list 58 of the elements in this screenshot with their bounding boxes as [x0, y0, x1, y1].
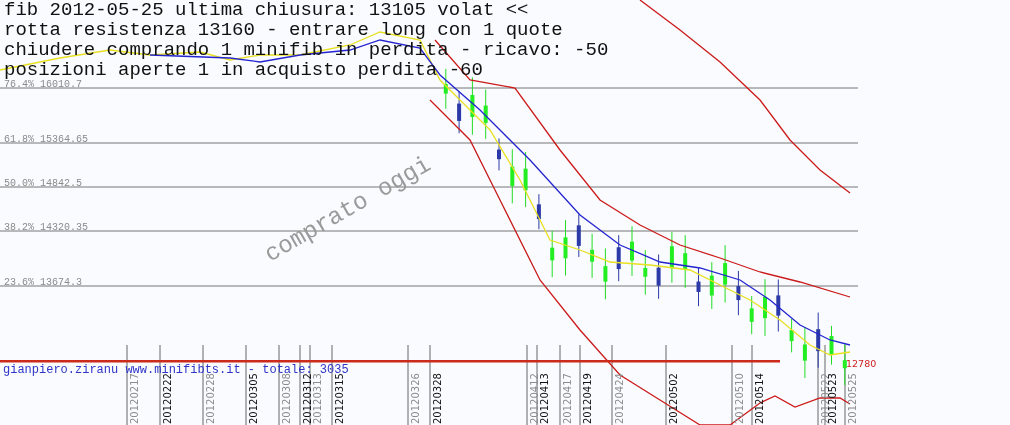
date-label: 20120514 [754, 373, 765, 424]
status-line: rotta resistenza 13160 - entrare long con 1 quote [4, 19, 563, 41]
fib-level-label: 61.8% 15364.65 [4, 133, 88, 145]
candlestick [669, 231, 674, 284]
candlestick [656, 254, 661, 300]
candlestick [643, 249, 648, 296]
date-label: 20120326 [410, 373, 421, 424]
date-label: 20120510 [734, 373, 745, 424]
candlestick [497, 137, 501, 171]
candlestick [550, 230, 555, 278]
candlestick [776, 278, 781, 333]
date-label: 20120412 [529, 373, 540, 424]
candlestick [536, 193, 541, 230]
candlestick [630, 225, 634, 277]
date-label: 20120308 [281, 373, 292, 424]
date-label: 20120312 [302, 373, 313, 424]
date-label: 20120413 [539, 373, 550, 424]
candlestick [736, 270, 741, 316]
fib-level-label: 23.6% 13674.3 [4, 276, 82, 288]
date-label: 20120523 [827, 373, 838, 424]
fib-level-label: 50.0% 14842.5 [4, 177, 82, 189]
candlestick [723, 244, 728, 303]
candlestick [483, 89, 488, 140]
date-label: 20120502 [668, 373, 679, 424]
candlestick [749, 295, 754, 335]
fib-level-label: 38.2% 14320.35 [4, 221, 88, 233]
date-label: 20120525 [847, 373, 858, 424]
date-label: 20120228 [205, 373, 216, 424]
candlestick [510, 148, 515, 204]
candlestick [616, 234, 621, 282]
date-label: 20120419 [582, 373, 593, 424]
date-label: 20120313 [312, 373, 323, 424]
date-label: 20120417 [562, 373, 573, 424]
candlestick [816, 312, 821, 369]
candlestick [802, 326, 807, 379]
candlestick [457, 90, 462, 134]
price-label: 12780 [846, 358, 877, 369]
date-label: 20120222 [162, 373, 173, 424]
candlestick [523, 151, 528, 208]
candlestick [842, 342, 847, 386]
candlestick [443, 68, 448, 110]
date-label: 20120328 [432, 373, 443, 424]
candlestick [696, 266, 701, 307]
candlestick [709, 261, 714, 310]
candlestick [470, 76, 475, 136]
candlestick [590, 233, 595, 279]
candlestick [763, 278, 767, 337]
date-label: 20120217 [129, 373, 140, 424]
candlestick [563, 219, 568, 276]
candlestick [603, 248, 608, 300]
candlestick [683, 234, 688, 289]
candlestick [576, 213, 581, 258]
candlestick [829, 325, 834, 366]
date-label: 20120305 [248, 373, 259, 424]
status-line: fib 2012-05-25 ultima chiusura: 13105 volat << [4, 0, 529, 21]
date-label: 20120315 [334, 373, 345, 424]
date-label: 20120424 [614, 373, 625, 424]
candlestick [789, 318, 794, 353]
